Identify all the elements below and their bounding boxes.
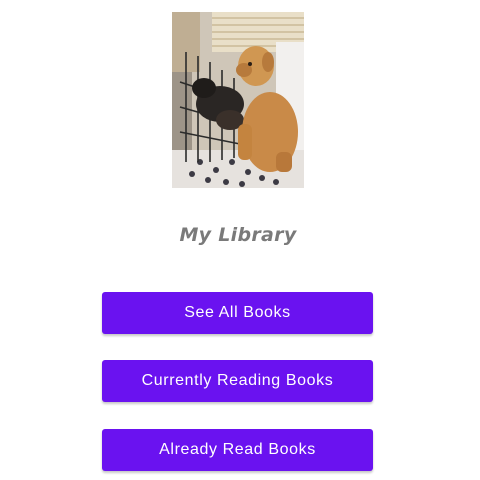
see-all-books-button[interactable]: See All Books — [102, 292, 373, 334]
dogs-photo — [172, 12, 304, 188]
page-title: My Library — [179, 224, 297, 246]
already-read-books-button[interactable]: Already Read Books — [102, 429, 373, 471]
currently-reading-books-button[interactable]: Currently Reading Books — [102, 360, 373, 402]
main-screen: My Library See All Books Currently Readi… — [0, 0, 480, 480]
